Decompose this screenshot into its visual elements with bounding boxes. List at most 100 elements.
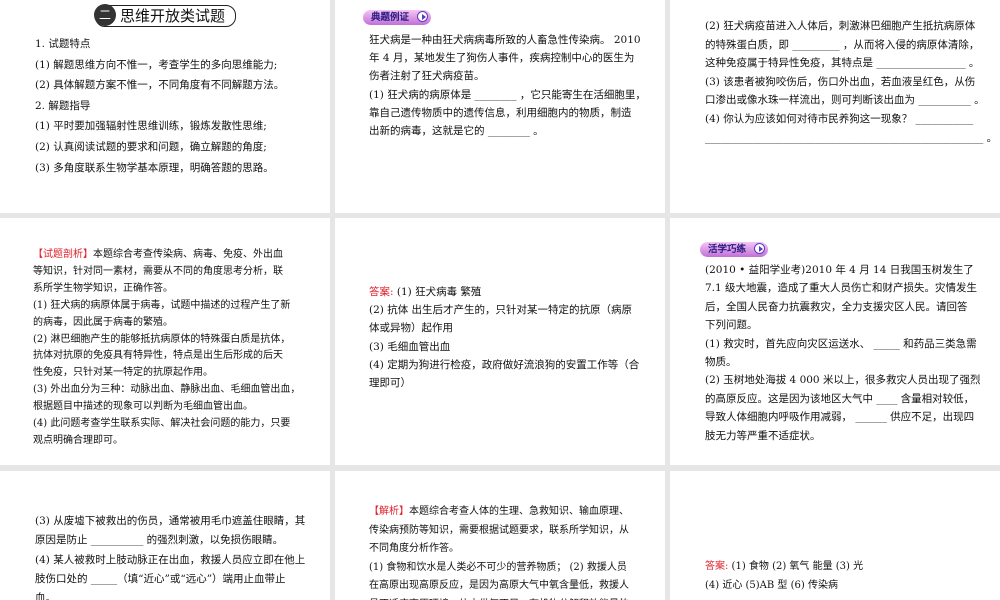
text-line: 肢无力等严重不适症状。: [705, 427, 980, 445]
text-line: 物质。: [705, 353, 980, 371]
text-line-content: 本题综合考查人体的生理、急救知识、输血原理、: [409, 506, 629, 517]
text-line-content: (4) 此问题考查学生联系实际、解决社会问题的能力，只要: [33, 418, 291, 430]
text-line-content: 体或异物）起作用: [369, 322, 453, 335]
text-line: 的高原反应。这是因为该地区大气中 ____ 含量相对较低，: [705, 390, 980, 408]
text-line-content: 不同角度分析作答。: [369, 543, 459, 555]
slide-2: 典题例证 狂犬病是一种由狂犬病病毒所致的人畜急性传染病。 2010 年 4 月，某…: [335, 0, 665, 213]
text-line-content: 肢伤口处的 _____（填“近心”或“远心”）端用止血带止: [35, 572, 286, 585]
text-line: (3) 该患者被狗咬伤后，伤口外出血，若血液呈红色，从伤: [705, 73, 997, 92]
play-icon: [754, 243, 766, 254]
text-line-content: 抗体对抗原的免疫具有特异性，特点是出生后形成的后天: [33, 350, 283, 362]
text-line: 7.1 级大地震，造成了重大人员伤亡和财产损失。灾情发生: [705, 279, 980, 297]
slide-5: 答案: (1) 狂犬病毒 繁殖 (2) 抗体 出生后才产生的，只针对某一特定的抗原…: [335, 218, 665, 465]
text-line: 系所学生物学知识，正确作答。: [33, 281, 300, 298]
text-line-content: 这种免疫属于特异性免疫，其特点是 _________________ 。: [705, 57, 980, 70]
slide-1: 二 思维开放类试题 1. 试题特点 (1) 解题思维方向不惟一，考查学生的多向思维…: [0, 0, 330, 213]
text-line-content: (3) 从废墟下被救出的伤员，通常被用毛巾遮盖住眼睛，其: [35, 515, 306, 527]
text-line: (2010 • 益阳学业考)2010 年 4 月 14 日我国玉树发生了: [705, 261, 980, 279]
text-line-content: 观点明确合理即可。: [33, 434, 123, 446]
slide-4-text: 【试题剖析】本题综合考查传染病、病毒、免疫、外出血 等知识，针对同一素材，需要从不…: [33, 247, 300, 450]
text-line-content: 在高原出现高原反应，是因为高原大气中氧含量低，救援人: [369, 580, 629, 592]
text-line: (1) 解题思维方向不惟一，考查学生的多向思维能力;: [35, 55, 284, 76]
section-label: 答案:: [705, 561, 729, 572]
text-line-content: 1. 试题特点: [35, 38, 91, 50]
text-line-content: 物质。: [705, 356, 737, 369]
text-line-content: 后，全国人民奋力抗震救灾，全力支援灾区人民。请回答: [705, 300, 968, 313]
text-line-content: (4) 你认为应该如何对待市民养狗这一现象？ ___________: [705, 112, 974, 125]
text-line: 口渗出或像水珠一样流出，则可判断该出血为 __________ 。: [705, 91, 997, 110]
text-line-content: (4) 定期为狗进行检疫，政府做好流浪狗的安置工作等（合: [369, 358, 640, 371]
text-line-content: 等知识，针对同一素材，需要从不同的角度思考分析，联: [33, 265, 283, 277]
text-line-content: (1) 食物 (2) 氧气 能量 (3) 光: [728, 561, 864, 572]
text-line-content: (2010 • 益阳学业考)2010 年 4 月 14 日我国玉树发生了: [705, 264, 974, 276]
text-line: 靠自己遗传物质中的遗传信息，利用细胞内的物质，制造: [369, 104, 646, 122]
example-badge: 典题例证: [363, 10, 432, 25]
slide-6: 活学巧练 (2010 • 益阳学业考)2010 年 4 月 14 日我国玉树发生…: [670, 218, 1000, 465]
text-line: 【解析】本题综合考查人体的生理、急救知识、输血原理、: [369, 503, 629, 522]
text-line-content: (2) 淋巴细胞产生的能够抵抗病原体的特殊蛋白质是抗体，: [33, 333, 291, 345]
text-line: (2) 狂犬病疫苗进入人体后，刺激淋巴细胞产生抵抗病原体: [705, 17, 997, 36]
text-line: 传染病预防等知识，需要根据试题要求，联系所学知识，从: [369, 522, 629, 541]
text-line-content: (2) 玉树地处海拔 4 000 米以上，很多救灾人员出现了强烈: [705, 374, 981, 387]
text-line: (4) 你认为应该如何对待市民养狗这一现象？ ___________: [705, 110, 997, 129]
slide-9-text: 答案: (1) 食物 (2) 氧气 能量 (3) 光 (4) 近心 (5)AB 型…: [705, 557, 863, 595]
slide-7: (3) 从废墟下被救出的伤员，通常被用毛巾遮盖住眼睛，其原因是防止 ______…: [0, 471, 330, 600]
text-line: (2) 玉树地处海拔 4 000 米以上，很多救灾人员出现了强烈: [705, 371, 980, 389]
text-line: 的特殊蛋白质，即 _________ ，从而将入侵的病原体清除，: [705, 36, 997, 55]
text-line: 1. 试题特点: [35, 34, 284, 55]
text-line: (3) 毛细血管出血: [369, 338, 639, 356]
text-line: (3) 多角度联系生物学基本原理，明确答题的思路。: [35, 158, 284, 179]
text-line-content: ________________________________________…: [705, 131, 998, 144]
practice-badge-label: 活学巧练: [708, 244, 747, 255]
text-line: 答案: (1) 食物 (2) 氧气 能量 (3) 光: [705, 557, 863, 576]
text-line: 观点明确合理即可。: [33, 433, 300, 450]
slide-7-text: (3) 从废墟下被救出的伤员，通常被用毛巾遮盖住眼睛，其原因是防止 ______…: [35, 512, 305, 600]
text-line: 性免疫，只针对某一特定的抗原起作用。: [33, 365, 300, 382]
text-line-content: 的病毒，因此属于病毒的繁殖。: [33, 316, 173, 328]
text-line: 不同角度分析作答。: [369, 540, 629, 559]
text-line-content: (4) 近心 (5)AB 型 (6) 传染病: [705, 580, 838, 591]
text-line: ________________________________________…: [705, 129, 997, 148]
text-line: (4) 近心 (5)AB 型 (6) 传染病: [705, 576, 863, 595]
text-line-content: 导致人体细胞内呼吸作用减弱， ______ 供应不足，出现四: [705, 411, 975, 424]
text-line-content: (2) 具体解题方案不惟一，不同角度有不同解题方法。: [35, 79, 285, 92]
text-line: (4) 某人被救时上肢动脉正在出血，救援人员应立即在他上: [35, 551, 305, 570]
section-number-badge: 二: [94, 4, 116, 26]
text-line: (1) 狂犬病的病原体是 ________ ，它只能寄生在活细胞里，: [369, 86, 646, 104]
text-line-content: 狂犬病是一种由狂犬病病毒所致的人畜急性传染病。 2010: [369, 34, 641, 46]
text-line-content: (1) 狂犬病毒 繁殖: [393, 286, 482, 298]
text-line: 答案: (1) 狂犬病毒 繁殖: [369, 283, 639, 301]
text-line: 的病毒，因此属于病毒的繁殖。: [33, 315, 300, 332]
text-line: (1) 食物和饮水是人类必不可少的营养物质； (2) 救援人员: [369, 559, 629, 578]
text-line: 下列问题。: [705, 316, 980, 334]
text-line: 血。: [35, 589, 305, 600]
text-line-content: 出新的病毒，这就是它的 ________ 。: [369, 125, 544, 138]
text-line: 年 4 月，某地发生了狗伤人事件，疾病控制中心的医生为: [369, 49, 646, 67]
text-line: 出新的病毒，这就是它的 ________ 。: [369, 122, 646, 140]
text-line: 后，全国人民奋力抗震救灾，全力支援灾区人民。请回答: [705, 298, 980, 316]
slide-9: 答案: (1) 食物 (2) 氧气 能量 (3) 光 (4) 近心 (5)AB 型…: [670, 471, 1000, 600]
text-line-content: 2. 解题指导: [35, 99, 91, 112]
text-line-content: 靠自己遗传物质中的遗传信息，利用细胞内的物质，制造: [369, 106, 632, 119]
text-line-content: (3) 外出血分为三种：动脉出血、静脉出血、毛细血管出血，: [33, 384, 301, 396]
text-line-content: 下列问题。: [705, 319, 758, 332]
text-line: 这种免疫属于特异性免疫，其特点是 _________________ 。: [705, 54, 997, 73]
text-line-content: 的高原反应。这是因为该地区大气中 ____ 含量相对较低，: [705, 392, 975, 405]
text-line-content: 伤者注射了狂犬病疫苗。: [369, 70, 485, 83]
text-line-content: 传染病预防等知识，需要根据试题要求，联系所学知识，从: [369, 524, 629, 536]
text-line: 导致人体细胞内呼吸作用减弱， ______ 供应不足，出现四: [705, 408, 980, 426]
text-line: 原因是防止 __________ 的强烈刺激，以免损伤眼睛。: [35, 531, 305, 550]
text-line: 员不适应高原环境，体内供氧不足，有机物分解释放能量的: [369, 596, 629, 600]
text-line-content: 口渗出或像水珠一样流出，则可判断该出血为 __________ 。: [705, 94, 985, 107]
slide-3: (2) 狂犬病疫苗进入人体后，刺激淋巴细胞产生抵抗病原体 的特殊蛋白质，即 ___…: [670, 0, 1000, 213]
slide-4: 【试题剖析】本题综合考查传染病、病毒、免疫、外出血 等知识，针对同一素材，需要从不…: [0, 218, 330, 465]
practice-badge: 活学巧练: [700, 242, 769, 257]
section-label: 【解析】: [369, 506, 409, 517]
text-line-content: (1) 平时要加强辐射性思维训练，锻炼发散性思维;: [35, 120, 267, 133]
text-line: (1) 狂犬病的病原体属于病毒，试题中描述的过程产生了新: [33, 298, 300, 315]
text-line: (4) 此问题考查学生联系实际、解决社会问题的能力，只要: [33, 416, 300, 433]
slide-6-text: (2010 • 益阳学业考)2010 年 4 月 14 日我国玉树发生了 7.1 …: [705, 261, 980, 445]
slide-1-text: 1. 试题特点 (1) 解题思维方向不惟一，考查学生的多向思维能力; (2) 具体解…: [35, 34, 284, 178]
text-line-content: (3) 毛细血管出血: [369, 340, 451, 353]
text-line: 肢伤口处的 _____（填“近心”或“远心”）端用止血带止: [35, 570, 305, 589]
